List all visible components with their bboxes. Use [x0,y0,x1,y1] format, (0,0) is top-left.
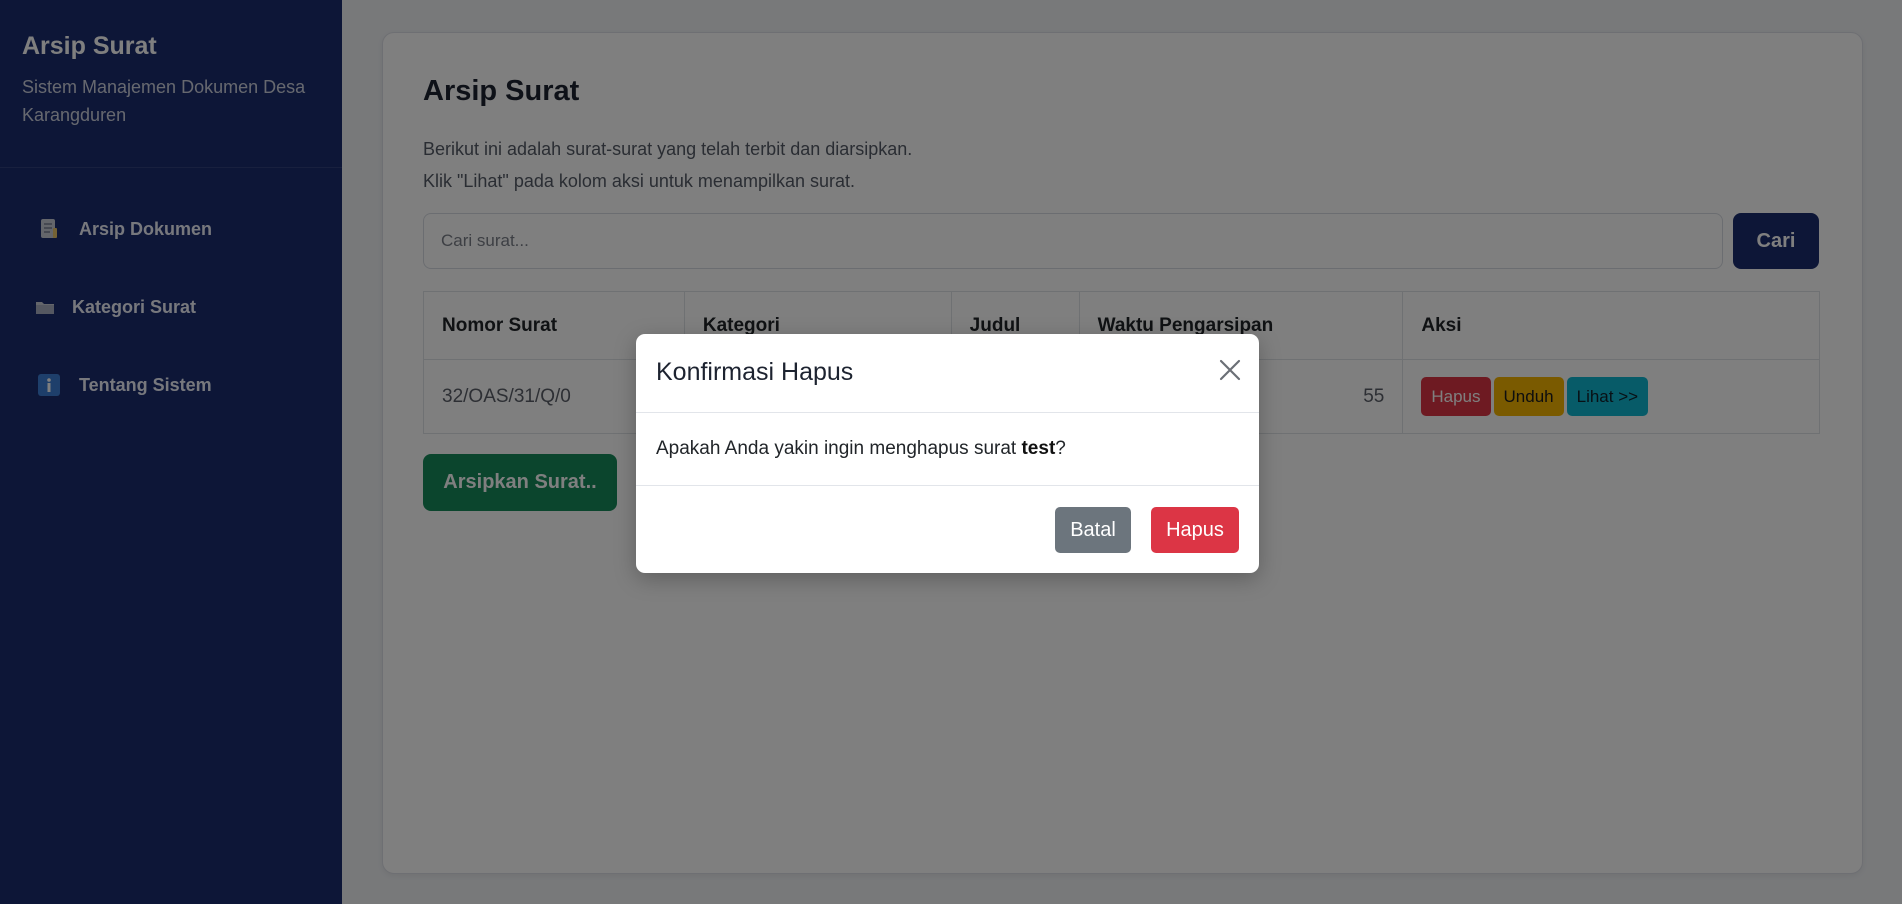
modal-message-suffix: ? [1055,438,1066,459]
close-icon[interactable] [1217,357,1243,383]
modal-title: Konfirmasi Hapus [656,358,854,386]
cancel-button[interactable]: Batal [1055,507,1131,553]
modal-message: Apakah Anda yakin ingin menghapus surat … [656,438,1066,459]
confirm-delete-button[interactable]: Hapus [1151,507,1239,553]
app-root: Arsip Surat Sistem Manajemen Dokumen Des… [0,0,1902,904]
modal-footer: Batal Hapus [636,486,1259,572]
modal-header: Konfirmasi Hapus [636,334,1259,413]
modal-body: Apakah Anda yakin ingin menghapus surat … [636,413,1259,486]
confirm-delete-modal: Konfirmasi Hapus Apakah Anda yakin ingin… [636,334,1259,573]
modal-message-target: test [1021,438,1056,459]
modal-message-prefix: Apakah Anda yakin ingin menghapus surat [656,438,1022,459]
